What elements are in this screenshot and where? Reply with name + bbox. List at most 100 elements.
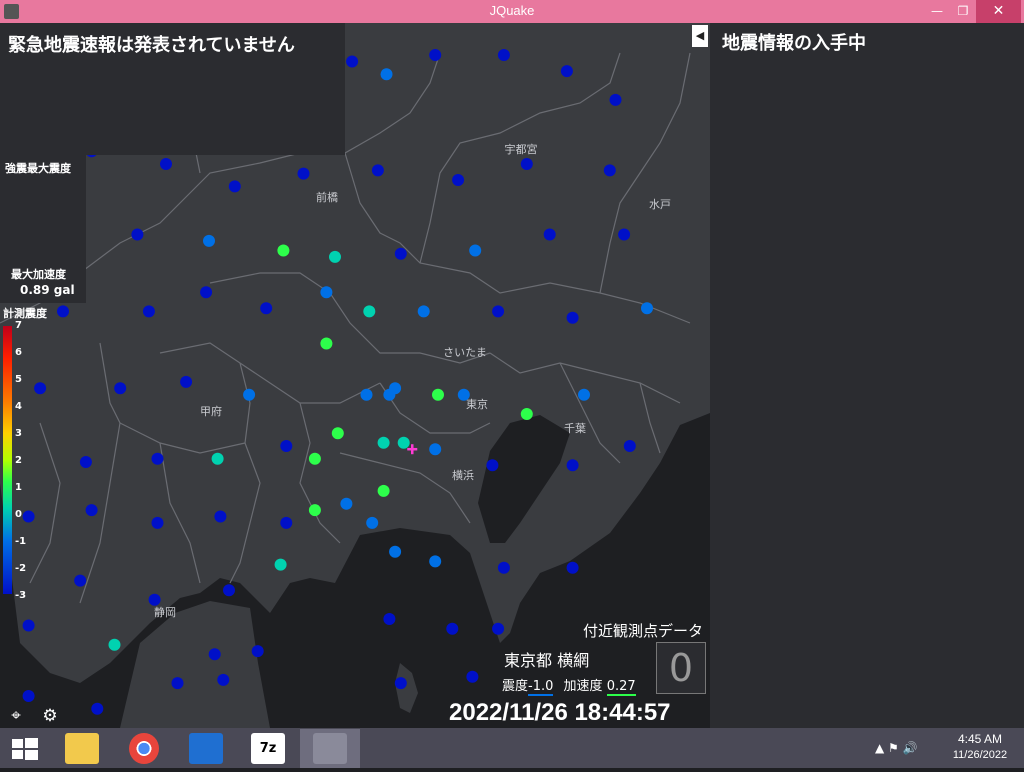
- scale-tick-label: 3: [15, 428, 22, 439]
- station-dot: [308, 504, 321, 517]
- scale-tick-label: 2: [15, 455, 22, 466]
- taskbar-date[interactable]: 11/26/2022: [950, 749, 1010, 761]
- max-intensity-panel: 強震最大震度: [0, 155, 86, 261]
- station-dot: [452, 174, 465, 186]
- nearby-station-panel: 付近観測点データ 東京都 横網 震度-1.0 加速度 0.27 0: [500, 620, 708, 696]
- locate-icon[interactable]: ⌖: [7, 707, 25, 725]
- tokyo-bay: [478, 415, 570, 543]
- nearby-station-details: 震度-1.0 加速度 0.27: [502, 675, 636, 696]
- station-dot: [389, 382, 402, 395]
- intensity-scale-title: 計測震度: [3, 307, 47, 320]
- station-dot: [277, 244, 290, 257]
- station-dot: [363, 305, 376, 318]
- station-dot: [641, 302, 653, 315]
- station-dot: [280, 516, 293, 529]
- station-dot: [91, 702, 104, 715]
- station-dot: [243, 388, 256, 401]
- station-dot: [217, 673, 230, 686]
- station-dot: [429, 49, 442, 61]
- scale-tick-label: -1: [15, 536, 27, 547]
- restore-button[interactable]: ❐: [950, 0, 976, 23]
- station-dot: [223, 584, 235, 597]
- scale-tick-label: 1: [15, 482, 22, 493]
- station-dot: [22, 510, 35, 523]
- station-dot: [180, 375, 193, 388]
- station-dot: [377, 436, 390, 449]
- station-dot: [22, 619, 35, 632]
- window-title: JQuake: [489, 3, 535, 18]
- station-dot: [79, 456, 92, 468]
- taskbar-jquake[interactable]: [300, 729, 360, 768]
- station-dot: [280, 440, 293, 452]
- station-dot: [200, 286, 213, 299]
- station-dot: [394, 677, 407, 690]
- station-dot: [171, 677, 184, 690]
- station-dot: [623, 440, 636, 452]
- station-dot: [57, 305, 69, 318]
- station-dot: [360, 388, 373, 401]
- taskbar-defender[interactable]: [176, 729, 236, 768]
- intensity-value: -1.0: [528, 679, 554, 696]
- scale-tick-label: 5: [15, 374, 22, 385]
- station-dot: [208, 648, 221, 661]
- file-explorer-icon: [65, 733, 99, 764]
- close-button[interactable]: ✕: [976, 0, 1021, 23]
- station-dot: [429, 443, 442, 456]
- station-dot: [578, 388, 590, 401]
- windows-defender-icon: [189, 733, 223, 764]
- windows-logo-icon: [12, 738, 38, 760]
- city-label: 千葉: [564, 421, 586, 435]
- station-dot: [131, 228, 144, 241]
- city-label: 東京: [466, 397, 488, 411]
- station-dot: [520, 158, 533, 170]
- taskbar-chrome[interactable]: [114, 729, 174, 768]
- intensity-label: 震度: [502, 679, 529, 694]
- station-dot: [160, 158, 172, 170]
- station-dot: [320, 337, 333, 350]
- scale-tick-label: 4: [15, 401, 22, 412]
- sidebar-status: 地震情報の入手中: [722, 33, 866, 54]
- station-dot: [371, 164, 384, 177]
- start-button[interactable]: [0, 729, 50, 768]
- max-acceleration-panel: 最大加速度 0.89 gal: [0, 261, 86, 303]
- acceleration-value: 0.27: [606, 679, 636, 696]
- station-dot: [457, 388, 470, 401]
- station-dot: [274, 558, 287, 571]
- station-dot: [214, 510, 227, 523]
- station-dot: [22, 690, 35, 702]
- station-dot: [394, 247, 407, 260]
- taskbar-time[interactable]: 4:45 AM: [950, 732, 1010, 746]
- station-dot: [151, 452, 164, 465]
- minimize-button[interactable]: —: [924, 0, 950, 23]
- station-dot: [108, 638, 121, 651]
- city-label: 水戸: [649, 198, 671, 211]
- city-label: 宇都宮: [505, 142, 538, 156]
- collapse-sidebar-button[interactable]: ◀: [692, 25, 708, 47]
- settings-gear-icon[interactable]: ⚙: [41, 707, 59, 725]
- max-acceleration-value: 0.89 gal: [20, 283, 75, 297]
- nearby-intensity-box: 0: [656, 642, 706, 694]
- station-dot: [560, 65, 573, 78]
- station-dot: [497, 561, 510, 574]
- max-intensity-label: 強震最大震度: [5, 162, 71, 175]
- station-dot: [492, 305, 505, 318]
- station-dot: [114, 382, 127, 395]
- station-dot: [377, 484, 390, 497]
- city-label: 横浜: [452, 468, 474, 482]
- city-label: 静岡: [154, 605, 176, 619]
- title-bar: JQuake — ❐ ✕: [0, 0, 1024, 23]
- station-dot: [429, 555, 442, 568]
- station-dot: [329, 250, 341, 263]
- city-label: 前橋: [316, 190, 338, 204]
- station-dot: [520, 408, 533, 420]
- max-acceleration-label: 最大加速度: [11, 268, 66, 281]
- nearby-station-name: 東京都 横網: [504, 651, 590, 670]
- station-dot: [389, 545, 402, 558]
- jquake-icon: [313, 733, 347, 764]
- station-dot: [603, 164, 616, 177]
- station-dot: [308, 452, 321, 465]
- taskbar-file-explorer[interactable]: [52, 729, 112, 768]
- scale-tick-label: -2: [15, 563, 27, 574]
- system-tray[interactable]: ▲ ⚑ 🔊: [875, 741, 918, 755]
- taskbar-7zip[interactable]: 7z: [238, 729, 298, 768]
